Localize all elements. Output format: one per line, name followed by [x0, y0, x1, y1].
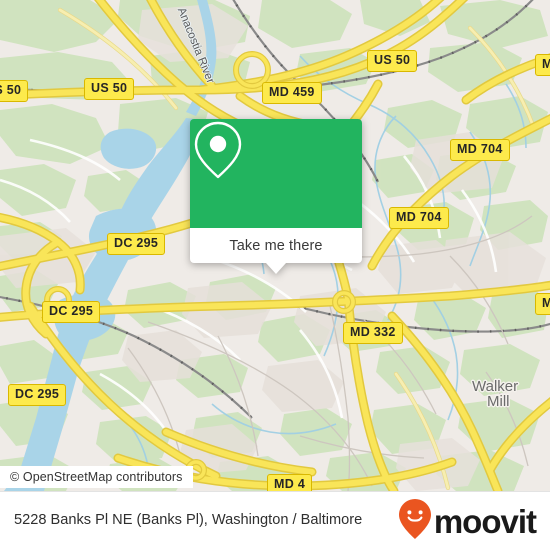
footer-bar: 5228 Banks Pl NE (Banks Pl), Washington … — [0, 491, 550, 550]
location-popup-card[interactable]: Take me there — [190, 119, 362, 274]
place-label-mill: Mill — [487, 393, 510, 410]
shield-md-right-middle: MD — [535, 293, 550, 315]
popup-card-tail — [266, 263, 286, 274]
shield-md-704-upper: MD 704 — [450, 139, 510, 161]
shield-dc-295-upper: DC 295 — [107, 233, 166, 255]
take-me-there-button[interactable]: Take me there — [229, 238, 322, 254]
moovit-pin-smile-icon — [398, 498, 432, 545]
moovit-logo[interactable]: moovit — [398, 498, 537, 545]
shield-us-50: US 50 — [84, 78, 135, 100]
moovit-wordmark: moovit — [433, 502, 537, 540]
shield-md-4: MD 4 — [267, 474, 313, 491]
shield-md-332: MD 332 — [343, 322, 403, 344]
map-screenshot: Anacostia River US 50 US 50 US 50 MD 459… — [0, 0, 550, 550]
place-label-walker: Walker — [472, 378, 519, 395]
popup-card-header — [190, 119, 362, 228]
address-text: 5228 Banks Pl NE (Banks Pl), Washington … — [14, 512, 363, 529]
shield-dc-295-middle: DC 295 — [42, 301, 101, 323]
shield-dc-295-lower: DC 295 — [8, 384, 67, 406]
shield-us-50-left: US 50 — [0, 80, 29, 102]
popup-card-footer[interactable]: Take me there — [190, 228, 362, 274]
shield-md-459: MD 459 — [262, 82, 322, 104]
shield-md-right-top: MD — [535, 54, 550, 76]
map-canvas[interactable]: Anacostia River US 50 US 50 US 50 MD 459… — [0, 0, 550, 491]
shield-us-50-east: US 50 — [367, 50, 418, 72]
shield-md-704-lower: MD 704 — [389, 207, 449, 229]
osm-attribution[interactable]: © OpenStreetMap contributors — [0, 466, 193, 488]
